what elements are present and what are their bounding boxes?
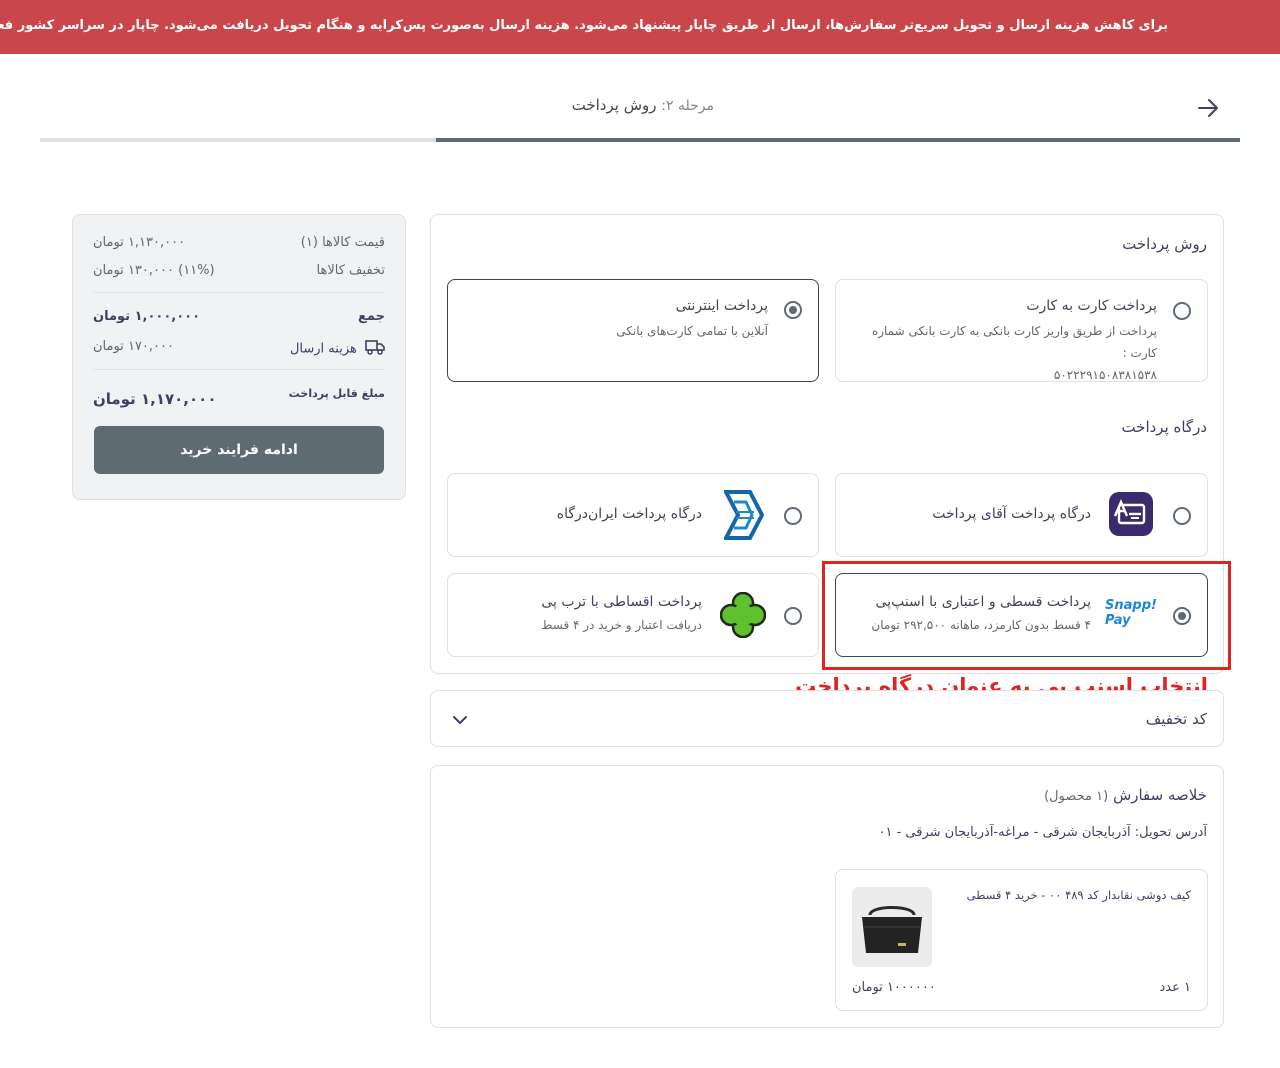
shipping-label-wrap: هزینه ارسال	[290, 339, 385, 359]
step-title: مرحله ۲: روش پرداخت	[572, 96, 714, 114]
payment-option-card-to-card[interactable]: پرداخت کارت به کارت پرداخت از طریق واریز…	[835, 279, 1208, 382]
gateway-option-aqayepardakht[interactable]: درگاه پرداخت آقای پرداخت	[835, 473, 1208, 557]
radio-online[interactable]	[784, 301, 802, 319]
shipping-notice-banner: برای کاهش هزینه ارسال و تحویل سریع‌تر سف…	[0, 0, 1280, 54]
discount-code-accordion[interactable]: کد تخفیف	[430, 690, 1224, 747]
step-name: روش پرداخت	[571, 96, 657, 114]
items-price-label: قیمت کالاها (۱)	[300, 235, 385, 250]
annotation-highlight-box	[822, 561, 1231, 670]
payment-method-title: روش پرداخت	[1122, 235, 1207, 253]
order-item-quantity: ۱ عدد	[1159, 980, 1192, 995]
aqayepardakht-logo-icon	[1109, 492, 1153, 536]
delivery-address: آدرس تحویل: آذربایجان شرقی - مراغه-آذربا…	[878, 825, 1207, 840]
card-number: ۵۰۲۲۲۹۱۵۰۸۳۸۱۵۳۸	[1053, 368, 1157, 382]
continue-purchase-button[interactable]: ادامه فرایند خرید	[94, 426, 384, 474]
irandargah-logo-icon	[722, 490, 765, 540]
discount-code-label: کد تخفیف	[1145, 710, 1207, 728]
total-label: جمع	[358, 309, 385, 324]
total-row: جمع ۱,۰۰۰,۰۰۰ تومان	[93, 309, 385, 329]
irandargah-title: درگاه پرداخت ایران‌درگاه	[556, 506, 702, 522]
aqayepardakht-title: درگاه پرداخت آقای پرداخت	[932, 506, 1091, 522]
radio-card-to-card[interactable]	[1173, 302, 1191, 320]
radio-irandargah[interactable]	[784, 507, 802, 525]
torobpay-subtitle: دریافت اعتبار و خرید در ۴ قسط	[541, 618, 702, 632]
step-progress-bar	[40, 138, 1240, 142]
items-price-value: ۱,۱۳۰,۰۰۰ تومان	[93, 235, 186, 250]
product-image	[852, 887, 932, 967]
shipping-value: ۱۷۰,۰۰۰ تومان	[93, 339, 174, 354]
truck-icon	[365, 339, 385, 359]
total-value: ۱,۰۰۰,۰۰۰ تومان	[93, 309, 201, 324]
items-discount-row: تخفیف کالاها (۱۱%) ۱۳۰,۰۰۰ تومان	[93, 263, 385, 283]
torobpay-logo-icon	[719, 591, 767, 639]
chevron-down-icon[interactable]	[451, 711, 469, 729]
gateway-option-torobpay[interactable]: پرداخت اقساطی با ترب پی دریافت اعتبار و …	[447, 573, 819, 657]
payable-label: مبلغ قابل پرداخت	[288, 387, 385, 400]
shipping-label: هزینه ارسال	[289, 341, 357, 357]
shipping-row: هزینه ارسال ۱۷۰,۰۰۰ تومان	[93, 339, 385, 359]
step-prefix: مرحله ۲:	[661, 98, 714, 114]
torobpay-title: پرداخت اقساطی با ترب پی	[541, 594, 702, 610]
card-to-card-description: پرداخت از طریق واریز کارت بانکی به کارت …	[871, 324, 1157, 360]
summary-divider-2	[93, 369, 385, 370]
order-summary-title: خلاصه سفارش (۱ محصول)	[1044, 786, 1207, 804]
gateway-title: درگاه پرداخت	[1121, 418, 1207, 436]
gateway-option-irandargah[interactable]: درگاه پرداخت ایران‌درگاه	[447, 473, 819, 557]
items-discount-label: تخفیف کالاها	[316, 263, 385, 278]
online-subtitle: آنلاین با تمامی کارت‌های بانکی	[616, 324, 768, 338]
step-progress-fill	[436, 138, 1240, 142]
back-arrow-icon[interactable]	[1194, 94, 1222, 122]
banner-text: برای کاهش هزینه ارسال و تحویل سریع‌تر سف…	[0, 18, 1168, 33]
items-discount-value: (۱۱%) ۱۳۰,۰۰۰ تومان	[93, 263, 215, 278]
order-summary-heading: خلاصه سفارش	[1112, 786, 1207, 804]
payment-option-online[interactable]: پرداخت اینترنتی آنلاین با تمامی کارت‌های…	[447, 279, 819, 382]
radio-aqayepardakht[interactable]	[1173, 507, 1191, 525]
order-item-price: ۱۰۰۰۰۰۰ تومان	[852, 980, 936, 995]
items-price-row: قیمت کالاها (۱) ۱,۱۳۰,۰۰۰ تومان	[93, 235, 385, 255]
order-item-card: کیف دوشی نقابدار کد ۴۸۹ ۰۰ - خرید ۴ قسطی…	[835, 869, 1208, 1011]
radio-torobpay[interactable]	[784, 607, 802, 625]
card-to-card-subtitle: پرداخت از طریق واریز کارت بانکی به کارت …	[857, 320, 1157, 386]
order-item-count: (۱ محصول)	[1044, 789, 1109, 804]
order-summary-panel: خلاصه سفارش (۱ محصول) آدرس تحویل: آذربای…	[430, 765, 1224, 1028]
order-item-name: کیف دوشی نقابدار کد ۴۸۹ ۰۰ - خرید ۴ قسطی	[966, 888, 1191, 902]
payable-value: ۱,۱۷۰,۰۰۰ تومان	[93, 390, 217, 408]
payable-row: مبلغ قابل پرداخت ۱,۱۷۰,۰۰۰ تومان	[93, 387, 385, 413]
online-title: پرداخت اینترنتی	[675, 298, 768, 314]
card-to-card-title: پرداخت کارت به کارت	[1026, 298, 1157, 314]
summary-divider-1	[93, 292, 385, 293]
